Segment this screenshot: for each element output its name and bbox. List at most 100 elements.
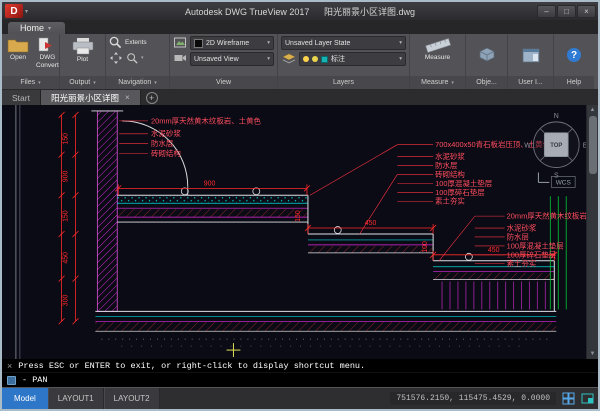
panel-measure-label[interactable]: Measure ▾	[410, 76, 465, 89]
named-view-dropdown[interactable]: Unsaved View ▾	[190, 52, 274, 66]
named-views-icon[interactable]	[173, 36, 187, 49]
panel-user-interface-label[interactable]: User I...	[508, 76, 553, 89]
minimize-button[interactable]: –	[537, 5, 556, 18]
panel-label-text: Help	[567, 79, 581, 86]
tab-start[interactable]: Start	[2, 90, 41, 105]
chevron-down-icon: ▾	[399, 40, 402, 46]
ribbon: Open DWG Convert Files ▾ Plot	[2, 34, 598, 90]
close-button[interactable]: ×	[577, 5, 596, 18]
visual-style-dropdown[interactable]: 2D Wireframe ▾	[190, 36, 274, 50]
annotation-text: 素土夯实	[507, 258, 537, 268]
tab-model[interactable]: Model	[2, 388, 48, 409]
zoom-extents-button[interactable]: Extents	[109, 36, 147, 49]
tab-home[interactable]: Home ▾	[8, 22, 65, 34]
dwg-convert-button[interactable]: DWG Convert	[34, 36, 61, 70]
app-logo-icon[interactable]: D	[5, 4, 23, 18]
open-label: Open	[10, 54, 26, 61]
annotation-text: 20mm厚天然黄木纹板岩	[507, 211, 588, 221]
app-window: D ▾ Autodesk DWG TrueView 2017 阳光丽景小区详图.…	[0, 0, 600, 411]
panel-layers: Unsaved Layer State ▾ 标注 ▾	[278, 34, 410, 89]
tab-layout2[interactable]: LAYOUT2	[104, 388, 160, 409]
tab-layout1[interactable]: LAYOUT1	[48, 388, 104, 409]
annotation-text: 100厚碎石垫层	[507, 249, 557, 259]
grid-icon[interactable]	[562, 392, 575, 405]
panel-objects-label[interactable]: Obje...	[466, 76, 507, 89]
layer-state-value: Unsaved Layer State	[285, 40, 350, 47]
step-layers-1	[308, 234, 433, 261]
panel-files-label[interactable]: Files ▾	[2, 76, 59, 89]
help-icon[interactable]: ?	[567, 48, 581, 62]
layer-dropdown[interactable]: 标注 ▾	[299, 52, 406, 66]
window-title: Autodesk DWG TrueView 2017 阳光丽景小区详图.dwg	[2, 5, 598, 18]
tab-document-active[interactable]: 阳光丽景小区详图 ×	[41, 90, 141, 105]
annotation-text: 素土夯实	[435, 196, 465, 206]
annotation-text: 防水层	[435, 160, 457, 170]
panel-user-interface: User I...	[508, 34, 554, 89]
panel-layers-label[interactable]: Layers	[278, 76, 409, 89]
maximize-button[interactable]: □	[557, 5, 576, 18]
annotation-text: 砖砌结构	[435, 169, 465, 179]
plot-button[interactable]: Plot	[69, 36, 97, 64]
annotation-leaders-left	[119, 121, 148, 154]
dimension-text: 900	[204, 180, 216, 187]
clean-screen-icon[interactable]	[581, 392, 594, 405]
printer-icon	[71, 37, 95, 55]
viewcube-north[interactable]: N	[554, 113, 559, 120]
active-command-text: - PAN	[22, 375, 48, 385]
crosshair-cursor	[226, 343, 240, 357]
panel-navigation-label[interactable]: Navigation ▾	[106, 76, 169, 89]
visual-style-value: 2D Wireframe	[206, 40, 249, 47]
pan-button[interactable]	[109, 51, 123, 65]
viewcube-top-face[interactable]: TOP	[550, 143, 562, 149]
annotation-text: 100厚混凝土垫层	[435, 178, 492, 188]
viewcube-south[interactable]: S	[554, 172, 559, 179]
panel-navigation: Extents ▾ Navigation ▾	[106, 34, 170, 89]
panel-output: Plot Output ▾	[60, 34, 106, 89]
wcs-label: WCS	[556, 179, 571, 186]
layer-on-icon	[303, 56, 309, 62]
status-bar: Model LAYOUT1 LAYOUT2 751576.2150, 11547…	[2, 387, 598, 409]
convert-label-1: DWG	[39, 54, 55, 61]
command-line[interactable]: × Press ESC or ENTER to exit, or right-c…	[2, 359, 598, 387]
tab-home-label: Home	[20, 23, 44, 33]
dimension-text: 150	[295, 210, 302, 222]
open-button[interactable]: Open	[5, 36, 31, 62]
panel-measure: Measure Measure ▾	[410, 34, 466, 89]
zoom-button[interactable]	[125, 51, 139, 65]
scroll-down-icon[interactable]: ▼	[590, 349, 596, 359]
dimension-text: 150	[63, 210, 70, 222]
measure-button[interactable]: Measure	[422, 36, 454, 62]
dimension-text: 100	[422, 241, 429, 253]
drawing-canvas[interactable]: 150 900 150 450 300 900 450 450 150 100	[2, 105, 598, 359]
chevron-down-icon[interactable]: ▾	[141, 55, 144, 61]
measure-label: Measure	[425, 54, 450, 61]
layer-state-dropdown[interactable]: Unsaved Layer State ▾	[281, 36, 406, 50]
scrollbar-thumb[interactable]	[589, 116, 597, 174]
vertical-scrollbar[interactable]: ▲ ▼	[586, 105, 598, 359]
chevron-down-icon[interactable]: ▾	[25, 8, 28, 15]
panel-help: ? Help	[554, 34, 594, 89]
viewcube[interactable]: TOP N S E W	[524, 113, 588, 180]
objects-icon[interactable]	[478, 47, 496, 63]
chevron-down-icon: ▾	[93, 80, 96, 86]
panel-label-text: User I...	[518, 79, 543, 86]
document-tab-bar: Start 阳光丽景小区详图 × +	[2, 90, 598, 105]
document-title: 阳光丽景小区详图.dwg	[324, 7, 415, 17]
new-tab-button[interactable]: +	[146, 92, 158, 104]
panel-view-label[interactable]: View	[170, 76, 277, 89]
user-interface-icon[interactable]	[522, 48, 540, 63]
layer-properties-icon[interactable]	[281, 52, 297, 66]
layer-name-value: 标注	[331, 54, 345, 64]
extents-label: Extents	[125, 39, 147, 46]
camera-icon[interactable]	[173, 52, 187, 64]
chevron-down-icon: ▾	[451, 80, 454, 86]
close-tab-icon[interactable]: ×	[125, 93, 130, 102]
close-command-icon[interactable]: ×	[7, 361, 12, 371]
title-bar: D ▾ Autodesk DWG TrueView 2017 阳光丽景小区详图.…	[2, 2, 598, 20]
panel-output-label[interactable]: Output ▾	[60, 76, 105, 89]
viewcube-west[interactable]: W	[524, 143, 531, 150]
panel-help-label[interactable]: Help	[554, 76, 594, 89]
scroll-up-icon[interactable]: ▲	[590, 105, 596, 115]
annotation-text: 防水层	[507, 231, 529, 241]
ground-layers	[95, 311, 556, 346]
